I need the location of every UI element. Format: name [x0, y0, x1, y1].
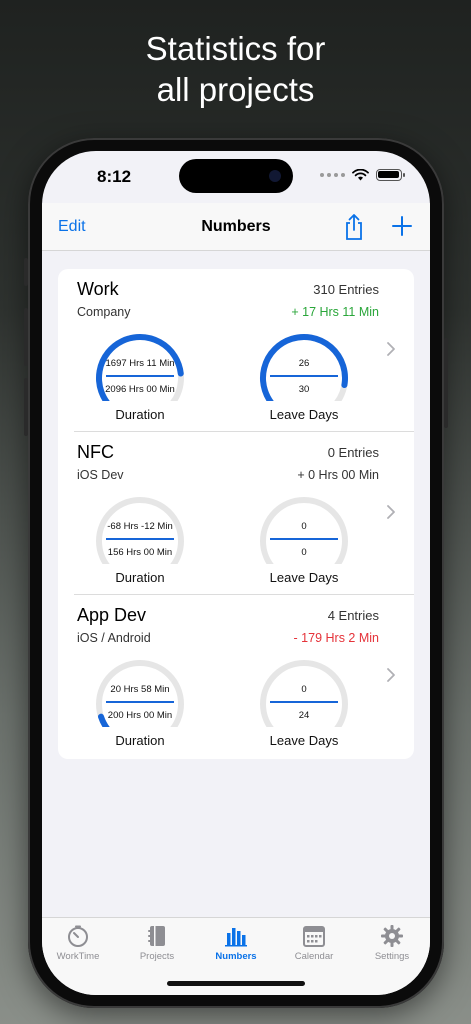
add-icon[interactable]	[390, 214, 414, 238]
leave-days-taken: 0	[301, 521, 307, 532]
volume-up-button	[24, 308, 28, 366]
tab-label: Calendar	[294, 951, 334, 962]
project-row-nfc[interactable]: NFC 0 Entries iOS Dev + 0 Hrs 00 Min -68…	[58, 432, 414, 595]
calendar-icon	[303, 926, 325, 947]
leave-days-total: 0	[301, 547, 307, 558]
tab-worktime[interactable]: WorkTime	[43, 924, 113, 962]
power-button	[444, 338, 448, 428]
project-entries: 310 Entries	[313, 282, 379, 297]
duration-label: Duration	[115, 733, 165, 748]
wifi-icon	[352, 169, 369, 181]
leave-days-gauge: 0 0 Leave Days	[256, 494, 352, 588]
gauge-divider	[270, 538, 338, 540]
duration-target: 156 Hrs 00 Min	[107, 547, 173, 558]
project-row-work[interactable]: Work 310 Entries Company + 17 Hrs 11 Min…	[58, 269, 414, 432]
status-indicators	[320, 169, 405, 181]
status-time: 8:12	[97, 167, 132, 186]
promo-headline-line-2: all projects	[156, 71, 315, 108]
duration-target: 200 Hrs 00 Min	[107, 710, 173, 721]
leave-days-label: Leave Days	[269, 733, 339, 748]
gear-icon	[381, 925, 403, 947]
volume-down-button	[24, 378, 28, 436]
gauge-divider	[270, 375, 338, 377]
duration-worked: 20 Hrs 58 Min	[110, 684, 170, 695]
signal-dots-icon	[320, 173, 345, 177]
duration-worked: -68 Hrs -12 Min	[107, 521, 173, 532]
leave-days-total: 24	[298, 710, 310, 721]
chevron-right-icon[interactable]	[386, 341, 396, 357]
project-subtitle: iOS / Android	[77, 631, 151, 645]
timer-icon	[68, 925, 88, 947]
tab-label: WorkTime	[56, 951, 100, 962]
project-name: NFC	[77, 442, 114, 462]
tab-projects[interactable]: Projects	[122, 924, 192, 962]
bar-chart-icon	[225, 928, 247, 947]
leave-days-label: Leave Days	[269, 407, 339, 422]
chevron-right-icon[interactable]	[386, 504, 396, 520]
promo-headline-line-1: Statistics for	[145, 30, 326, 67]
project-name: App Dev	[77, 605, 147, 625]
duration-label: Duration	[115, 407, 165, 422]
duration-worked: 1697 Hrs 11 Min	[105, 358, 175, 369]
promo-headline: Statistics for all projects	[0, 28, 471, 110]
duration-target: 2096 Hrs 00 Min	[105, 384, 175, 395]
leave-days-label: Leave Days	[269, 570, 339, 585]
project-delta: + 17 Hrs 11 Min	[291, 305, 379, 319]
project-delta: + 0 Hrs 00 Min	[297, 468, 379, 482]
gauge-divider	[270, 701, 338, 703]
project-name: Work	[77, 279, 119, 299]
tab-label: Settings	[374, 951, 410, 962]
projects-card: Work 310 Entries Company + 17 Hrs 11 Min…	[58, 269, 414, 759]
leave-days-gauge: 0 24 Leave Days	[256, 657, 352, 751]
project-row-app-dev[interactable]: App Dev 4 Entries iOS / Android - 179 Hr…	[58, 595, 414, 758]
duration-label: Duration	[115, 570, 165, 585]
gauge-divider	[106, 701, 174, 703]
project-subtitle: Company	[77, 305, 131, 319]
project-subtitle: iOS Dev	[77, 468, 124, 482]
mute-switch	[24, 258, 28, 286]
leave-days-total: 30	[298, 384, 310, 395]
gauge-divider	[106, 538, 174, 540]
chevron-right-icon[interactable]	[386, 667, 396, 683]
page-title: Numbers	[201, 218, 271, 235]
duration-gauge: 20 Hrs 58 Min 200 Hrs 00 Min Duration	[92, 657, 188, 751]
project-entries: 4 Entries	[327, 608, 379, 623]
phone-frame: 8:12 Edit Numbers Work 310 Entries Compa…	[24, 138, 448, 1008]
project-delta: - 179 Hrs 2 Min	[293, 631, 379, 645]
dynamic-island	[179, 159, 293, 193]
phone-screen: 8:12 Edit Numbers Work 310 Entries Compa…	[42, 151, 430, 995]
navigation-bar: Edit Numbers	[42, 203, 430, 251]
tab-numbers[interactable]: Numbers	[201, 924, 271, 962]
tab-calendar[interactable]: Calendar	[279, 924, 349, 962]
leave-days-gauge: 26 30 Leave Days	[256, 331, 352, 425]
battery-icon	[376, 169, 405, 181]
leave-days-taken: 26	[298, 358, 310, 369]
binder-icon	[148, 926, 165, 946]
gauge-divider	[106, 375, 174, 377]
home-indicator	[167, 981, 305, 986]
leave-days-taken: 0	[301, 684, 307, 695]
project-entries: 0 Entries	[327, 445, 379, 460]
edit-button[interactable]: Edit	[58, 218, 86, 236]
share-icon[interactable]	[342, 213, 366, 241]
tab-settings[interactable]: Settings	[357, 924, 427, 962]
duration-gauge: -68 Hrs -12 Min 156 Hrs 00 Min Duration	[92, 494, 188, 588]
tab-label: Numbers	[215, 951, 257, 962]
duration-gauge: 1697 Hrs 11 Min 2096 Hrs 00 Min Duration	[92, 331, 188, 425]
tab-label: Projects	[139, 951, 175, 962]
camera-icon	[269, 170, 281, 182]
